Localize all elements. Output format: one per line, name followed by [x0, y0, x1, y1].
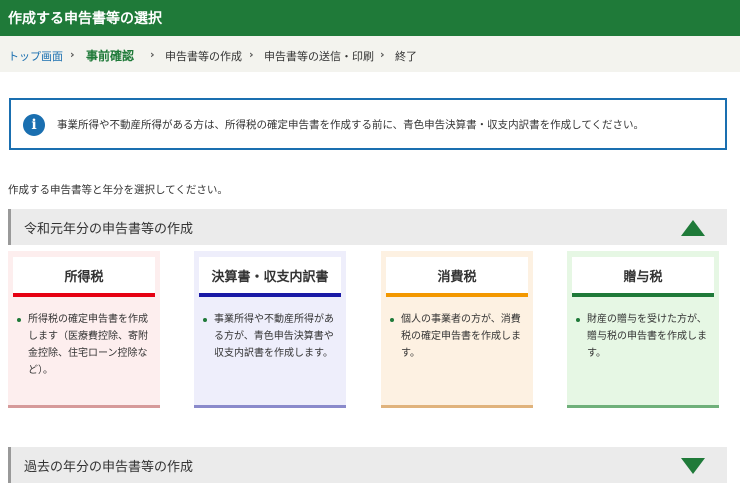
page-title: 作成する申告書等の選択	[8, 11, 162, 27]
info-icon: i	[23, 114, 45, 136]
card-title: 所得税	[64, 270, 104, 285]
card-accent-rule	[13, 293, 155, 297]
card-accent-rule	[572, 293, 714, 297]
breadcrumb-step-send-print: 申告書等の送信・印刷	[264, 50, 374, 63]
breadcrumb-separator: ›	[150, 48, 155, 61]
card-title: 贈与税	[623, 270, 663, 285]
card-bottom-border	[381, 405, 533, 408]
triangle-up-icon[interactable]	[681, 220, 705, 236]
breadcrumb-top-link[interactable]: トップ画面	[8, 48, 63, 64]
card-description: 所得税の確定申告書を作成します（医療費控除、寄附金控除、住宅ローン控除など）。	[16, 311, 154, 379]
card-accent-rule	[199, 293, 341, 297]
triangle-down-icon[interactable]	[681, 458, 705, 474]
section-current-year-label: 令和元年分の申告書等の作成	[24, 222, 194, 237]
card-description-list: 事業所得や不動産所得がある方が、青色申告決算書や収支内訳書を作成します。	[202, 311, 340, 362]
breadcrumb-step-end: 終了	[395, 50, 417, 63]
card-description-list: 個人の事業者の方が、消費税の確定申告書を作成します。	[389, 311, 527, 362]
card-bottom-border	[194, 405, 346, 408]
card-description-list: 財産の贈与を受けた方が、贈与税の申告書を作成します。	[575, 311, 713, 362]
card-accent-rule	[386, 293, 528, 297]
card-consumption-tax[interactable]: 消費税 個人の事業者の方が、消費税の確定申告書を作成します。	[381, 251, 533, 408]
card-gift-tax[interactable]: 贈与税 財産の贈与を受けた方が、贈与税の申告書を作成します。	[567, 251, 719, 408]
card-header: 決算書・収支内訳書	[199, 257, 341, 297]
card-title: 決算書・収支内訳書	[211, 270, 329, 285]
notice-text: 事業所得や不動産所得がある方は、所得税の確定申告書を作成する前に、青色申告決算書…	[57, 119, 645, 131]
card-description: 財産の贈与を受けた方が、贈与税の申告書を作成します。	[575, 311, 713, 362]
section-past-years-label: 過去の年分の申告書等の作成	[24, 460, 194, 475]
notice-box: i 事業所得や不動産所得がある方は、所得税の確定申告書を作成する前に、青色申告決…	[9, 98, 727, 150]
card-description: 事業所得や不動産所得がある方が、青色申告決算書や収支内訳書を作成します。	[202, 311, 340, 362]
breadcrumb-step-create: 申告書等の作成	[165, 50, 242, 63]
breadcrumb-separator: ›	[70, 48, 75, 61]
card-description: 個人の事業者の方が、消費税の確定申告書を作成します。	[389, 311, 527, 362]
section-current-year-header[interactable]: 令和元年分の申告書等の作成	[8, 209, 727, 245]
breadcrumb-current-step: 事前確認	[86, 49, 135, 63]
card-bottom-border	[567, 405, 719, 408]
card-header: 消費税	[386, 257, 528, 297]
header-bar: 作成する申告書等の選択	[0, 0, 740, 36]
card-bottom-border	[8, 405, 160, 408]
card-description-list: 所得税の確定申告書を作成します（医療費控除、寄附金控除、住宅ローン控除など）。	[16, 311, 154, 379]
card-title: 消費税	[437, 270, 477, 285]
card-financial-statements[interactable]: 決算書・収支内訳書 事業所得や不動産所得がある方が、青色申告決算書や収支内訳書を…	[194, 251, 346, 408]
breadcrumb-separator: ›	[380, 48, 385, 61]
breadcrumb: トップ画面 › 事前確認 › 申告書等の作成 › 申告書等の送信・印刷 › 終了	[0, 36, 740, 72]
instruction-text: 作成する申告書等と年分を選択してください。	[8, 184, 228, 196]
card-header: 所得税	[13, 257, 155, 297]
section-past-years-header[interactable]: 過去の年分の申告書等の作成	[8, 447, 727, 483]
card-header: 贈与税	[572, 257, 714, 297]
breadcrumb-separator: ›	[249, 48, 254, 61]
card-income-tax[interactable]: 所得税 所得税の確定申告書を作成します（医療費控除、寄附金控除、住宅ローン控除な…	[8, 251, 160, 408]
